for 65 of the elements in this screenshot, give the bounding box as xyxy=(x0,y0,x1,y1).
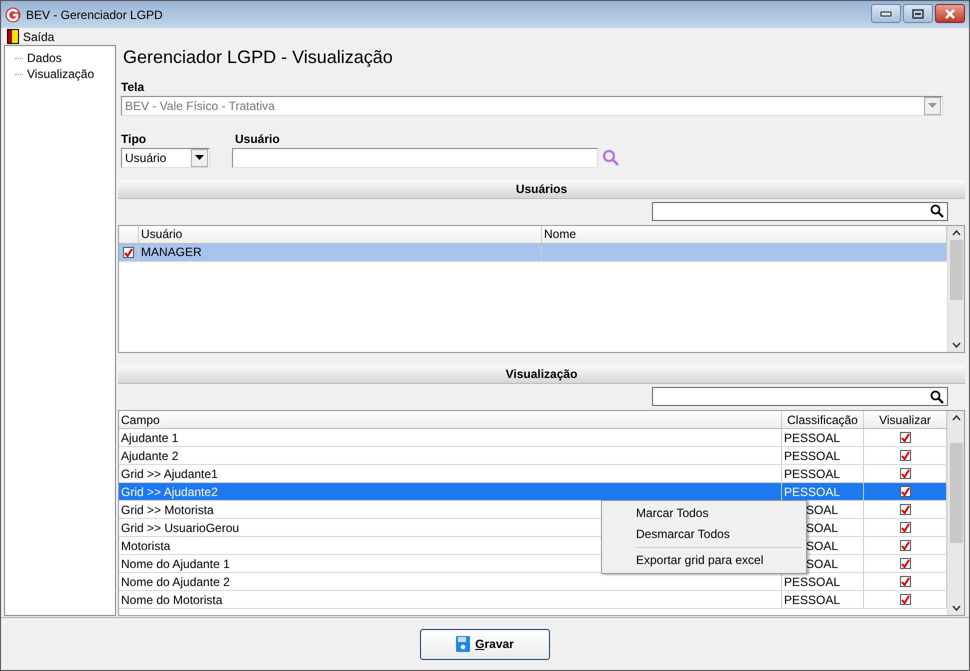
grid-row[interactable]: MANAGER xyxy=(119,244,947,262)
checkbox[interactable] xyxy=(900,522,910,534)
column-header[interactable]: Usuário xyxy=(139,226,542,243)
maximize-button[interactable] xyxy=(903,4,933,23)
scroll-up-icon[interactable] xyxy=(952,230,960,236)
column-header[interactable]: Classificação xyxy=(782,411,864,428)
scroll-down-icon[interactable] xyxy=(952,342,960,348)
checkbox[interactable] xyxy=(900,576,910,588)
checkbox[interactable] xyxy=(123,246,134,258)
field-label: Tela xyxy=(120,78,146,96)
search-field[interactable] xyxy=(652,387,948,406)
tree-item[interactable]: Dados xyxy=(27,51,62,65)
grid-row[interactable]: Ajudante 1 PESSOAL xyxy=(119,429,947,448)
section-header: Usuários xyxy=(118,180,965,199)
table-cell: PESSOAL xyxy=(784,574,840,589)
close-icon xyxy=(944,8,956,18)
type-dropdown[interactable]: Usuário xyxy=(121,148,210,168)
checkbox[interactable] xyxy=(900,558,910,570)
save-button[interactable]: Gravar xyxy=(420,628,550,660)
table-cell: MANAGER xyxy=(139,244,542,261)
table-cell: Nome do Motorista xyxy=(119,591,782,608)
table-cell: PESSOAL xyxy=(784,448,840,463)
checkbox[interactable] xyxy=(900,486,910,498)
table-cell-text: SOAL xyxy=(805,538,838,553)
grid-row[interactable]: Nome do Motorista PESSOAL xyxy=(119,591,947,610)
scrollbar[interactable] xyxy=(947,411,964,615)
column-header[interactable]: Campo xyxy=(119,411,782,428)
table-cell-text: SOAL xyxy=(805,556,838,571)
table-cell: PESSOAL xyxy=(784,430,840,445)
field-label: Tipo xyxy=(120,130,148,148)
menu-item[interactable]: Saída xyxy=(23,30,54,44)
table-cell: PESSOAL xyxy=(784,592,840,607)
checkbox[interactable] xyxy=(900,450,910,462)
scrollbar[interactable] xyxy=(947,226,964,352)
search-field[interactable] xyxy=(652,202,948,221)
table-cell-text: SOAL xyxy=(805,502,838,517)
section-header: Visualização xyxy=(118,365,965,384)
tree-item[interactable]: Visualização xyxy=(27,67,94,81)
user-input-field[interactable] xyxy=(232,148,598,168)
table-cell: Ajudante 1 xyxy=(119,429,782,446)
maximize-icon xyxy=(912,8,924,18)
checkbox[interactable] xyxy=(900,504,910,516)
table-cell-text: SOAL xyxy=(805,520,838,535)
search-icon[interactable] xyxy=(930,204,944,218)
minimize-button[interactable] xyxy=(871,4,901,23)
window-title: BEV - Gerenciador LGPD xyxy=(26,8,163,22)
scroll-up-icon[interactable] xyxy=(952,415,960,422)
field-label: Usuário xyxy=(234,130,281,148)
table-cell: PESSOAL xyxy=(784,466,840,481)
search-icon[interactable] xyxy=(930,390,944,404)
minimize-icon xyxy=(880,10,892,16)
table-cell: Grid >> Ajudante1 xyxy=(119,465,782,482)
app-logo-icon xyxy=(5,6,21,22)
page-heading: Gerenciador LGPD - Visualização xyxy=(122,46,394,69)
door-icon xyxy=(7,29,19,44)
checkbox[interactable] xyxy=(900,540,910,552)
checkbox[interactable] xyxy=(900,468,910,480)
grid-row[interactable]: Grid >> Ajudante2 PESSOAL xyxy=(119,483,947,502)
scroll-down-icon[interactable] xyxy=(952,605,960,611)
table-cell: PESSOAL xyxy=(784,484,840,499)
close-button[interactable] xyxy=(935,4,965,23)
table-cell: Ajudante 2 xyxy=(119,447,782,464)
checkbox[interactable] xyxy=(900,432,910,444)
grid-row[interactable]: Ajudante 2 PESSOAL xyxy=(119,447,947,466)
checkbox[interactable] xyxy=(900,594,910,606)
